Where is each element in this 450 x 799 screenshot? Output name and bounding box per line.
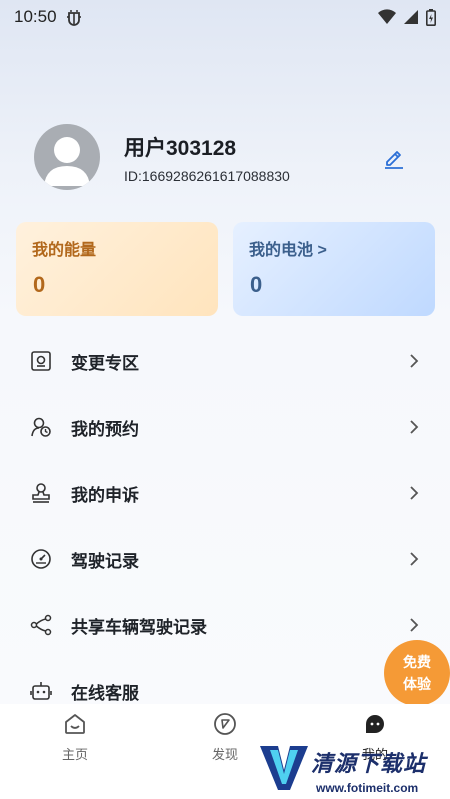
- pencil-icon: [385, 151, 403, 169]
- bug-notification-icon: [66, 10, 81, 26]
- menu-list: 变更专区 我的预约 我的申诉 驾驶记录 共享车辆驾驶记录 在线客服: [0, 328, 450, 724]
- watermark-logo-icon: [260, 746, 308, 790]
- compass-icon: [214, 713, 236, 735]
- my-energy-card[interactable]: 我的能量 0: [16, 222, 218, 316]
- chevron-right-icon: [410, 618, 419, 632]
- free-trial-button[interactable]: 免费 体验: [384, 640, 450, 706]
- energy-title: 我的能量: [32, 242, 97, 259]
- wifi-icon: [378, 9, 396, 24]
- avatar[interactable]: [34, 124, 100, 190]
- free-trial-line1: 免费: [403, 654, 431, 670]
- energy-value: 0: [33, 272, 46, 297]
- chevron-right-icon: [410, 420, 419, 434]
- exchange-zone-icon: [30, 350, 52, 372]
- status-time: 10:50: [14, 7, 57, 26]
- watermark-url: www.fotimeit.com: [316, 781, 419, 795]
- menu-item-label: 在线客服: [71, 683, 139, 703]
- home-icon: [65, 714, 85, 734]
- menu-item-shared-vehicle-record[interactable]: 共享车辆驾驶记录: [0, 592, 450, 658]
- appeal-stamp-icon: [30, 482, 52, 504]
- signal-icon: [404, 10, 418, 24]
- tab-home[interactable]: 主页: [0, 704, 150, 799]
- menu-item-label: 驾驶记录: [71, 551, 139, 571]
- watermark: 清源下载站 www.fotimeit.com: [256, 738, 446, 798]
- reservation-icon: [30, 416, 52, 438]
- battery-value: 0: [250, 272, 263, 297]
- chevron-right-icon: [410, 486, 419, 500]
- customer-service-icon: [30, 680, 52, 702]
- menu-item-label: 变更专区: [71, 353, 139, 373]
- tab-label: 主页: [61, 747, 88, 762]
- free-trial-line2: 体验: [403, 676, 431, 692]
- menu-item-label: 我的预约: [71, 419, 139, 439]
- profile-chat-icon: [366, 715, 384, 733]
- menu-item-appeal[interactable]: 我的申诉: [0, 460, 450, 526]
- share-icon: [30, 614, 52, 636]
- watermark-text: 清源下载站: [311, 751, 427, 776]
- chevron-right-icon: [410, 552, 419, 566]
- username: 用户303128: [124, 137, 237, 160]
- menu-item-label: 我的申诉: [71, 485, 139, 505]
- edit-profile-button[interactable]: [382, 146, 406, 170]
- status-bar: 10:50: [0, 0, 450, 34]
- speedometer-icon: [30, 548, 52, 570]
- user-id: ID:1669286261617088830: [124, 168, 290, 184]
- menu-item-reservation[interactable]: 我的预约: [0, 394, 450, 460]
- profile-section: 用户303128 ID:1669286261617088830: [34, 124, 424, 194]
- menu-item-exchange-zone[interactable]: 变更专区: [0, 328, 450, 394]
- my-battery-card[interactable]: 我的电池 > 0: [233, 222, 435, 316]
- menu-item-label: 共享车辆驾驶记录: [71, 617, 207, 637]
- default-user-icon: [44, 137, 90, 186]
- battery-title: 我的电池 >: [249, 242, 327, 259]
- menu-item-driving-record[interactable]: 驾驶记录: [0, 526, 450, 592]
- battery-icon: [426, 8, 436, 26]
- chevron-right-icon: [410, 354, 419, 368]
